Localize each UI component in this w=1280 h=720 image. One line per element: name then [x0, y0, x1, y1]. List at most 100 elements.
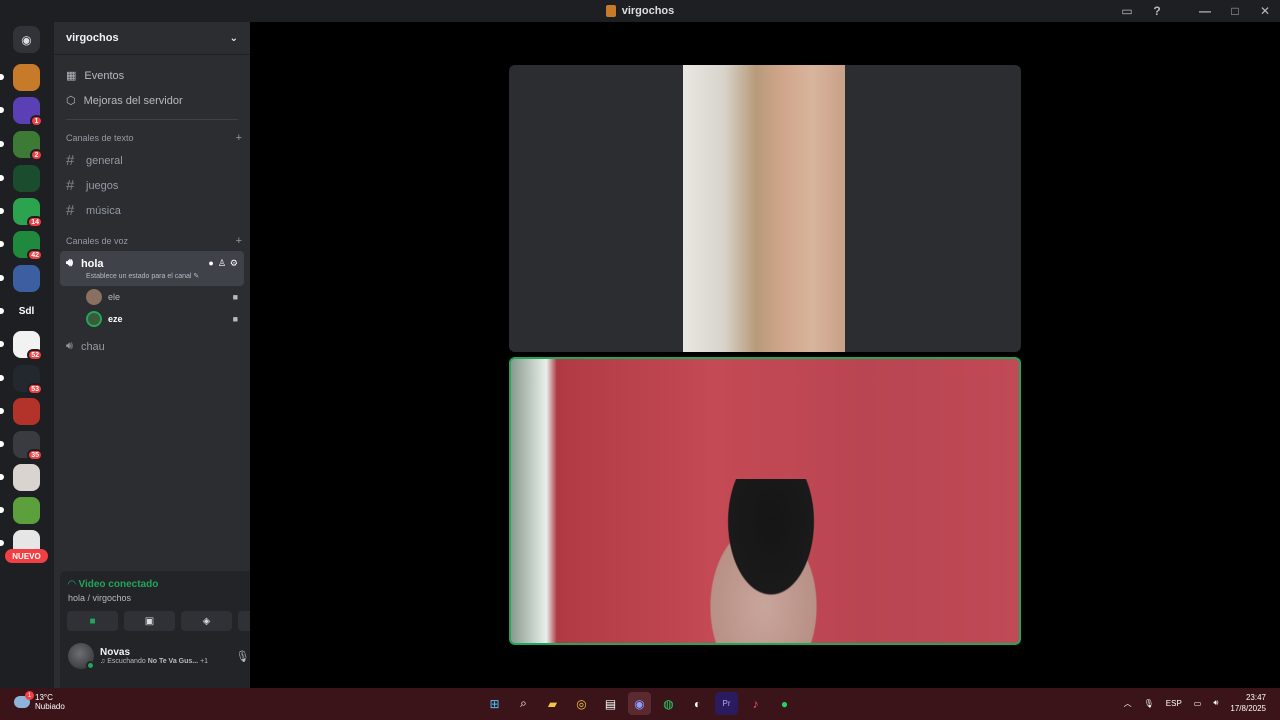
- chevron-up-icon[interactable]: ︿: [1124, 698, 1132, 709]
- spotify-icon[interactable]: ●: [773, 692, 796, 715]
- mic-icon[interactable]: 🎙︎: [1144, 699, 1154, 708]
- mic-icon[interactable]: 🎙︎: [236, 650, 250, 663]
- discord-home-button[interactable]: ◉: [13, 26, 40, 53]
- mention-badge: 14: [27, 216, 43, 228]
- server-icon-6[interactable]: [0, 265, 40, 292]
- weather-widget[interactable]: 1 13°C Nubiado: [14, 691, 65, 711]
- help-icon[interactable]: ?: [1142, 0, 1172, 22]
- server-icon-12[interactable]: [0, 464, 40, 491]
- whatsapp-icon[interactable]: ◍: [657, 692, 680, 715]
- unread-pill: [0, 375, 4, 381]
- text-channel[interactable]: # música: [60, 198, 244, 223]
- server-icon-3[interactable]: [0, 165, 40, 192]
- add-channel-icon[interactable]: +: [236, 132, 242, 144]
- premiere-icon[interactable]: Pr: [715, 692, 738, 715]
- start-button[interactable]: ⊞: [483, 692, 506, 715]
- server-avatar: [13, 265, 40, 292]
- chevron-down-icon: ⌄: [229, 32, 238, 44]
- voice-channel-hola[interactable]: 🔊︎ hola ● ♙ ⚙ Establece un estado para e…: [60, 251, 244, 286]
- avatar: [86, 289, 102, 305]
- unread-pill: [0, 507, 4, 513]
- minimize-button[interactable]: —: [1190, 0, 1220, 22]
- text-category[interactable]: Canales de texto +: [54, 128, 250, 148]
- channel-status-hint[interactable]: Establece un estado para el canal ✎: [66, 272, 238, 280]
- hashtag-icon: #: [66, 152, 75, 169]
- channel-sidebar: virgochos ⌄ ▦ Eventos ⬡ Mejoras del serv…: [54, 22, 298, 705]
- maximize-button[interactable]: □: [1220, 0, 1250, 22]
- voice-location: hola / virgochos: [68, 593, 132, 603]
- voice-category[interactable]: Canales de voz +: [54, 231, 250, 251]
- file-explorer-icon[interactable]: ▰: [541, 692, 564, 715]
- clock[interactable]: 23:47 17/8/2025: [1230, 692, 1266, 714]
- voice-user[interactable]: eze ■: [54, 308, 250, 330]
- hashtag-icon: #: [66, 177, 75, 194]
- gear-icon[interactable]: ⚙: [230, 258, 238, 269]
- chat-icon[interactable]: ●: [208, 258, 213, 269]
- camera-icon: ■: [232, 292, 238, 302]
- server-icon-4[interactable]: 14: [0, 198, 43, 228]
- steam-icon[interactable]: ◐: [686, 692, 709, 715]
- server-icon-9[interactable]: 53: [0, 365, 43, 395]
- activity-button[interactable]: ◈: [181, 611, 232, 631]
- server-boosts-link[interactable]: ⬡ Mejoras del servidor: [54, 88, 250, 113]
- volume-icon[interactable]: 🔊︎: [1213, 698, 1218, 708]
- language-indicator[interactable]: ESP: [1166, 699, 1182, 708]
- network-icon[interactable]: ▭: [1194, 699, 1202, 708]
- server-icon-10[interactable]: [0, 398, 40, 425]
- camera-icon: ■: [232, 314, 238, 324]
- server-icon-7[interactable]: Sdl: [0, 298, 40, 325]
- avatar[interactable]: [68, 643, 95, 670]
- store-icon[interactable]: ▤: [599, 692, 622, 715]
- camera-icon: ■: [89, 615, 96, 627]
- screen-share-button[interactable]: ▣: [124, 611, 175, 631]
- voice-channel-chau[interactable]: 🔊︎ chau: [60, 334, 244, 359]
- unread-pill: [0, 308, 4, 314]
- unread-pill: [0, 540, 4, 546]
- server-icon-0[interactable]: [0, 64, 40, 91]
- add-channel-icon[interactable]: +: [236, 235, 242, 247]
- chrome-icon[interactable]: ◎: [570, 692, 593, 715]
- camera-button[interactable]: ■: [67, 611, 118, 631]
- search-icon[interactable]: ⌕: [512, 692, 535, 715]
- voice-status[interactable]: ◠ Video conectado: [68, 579, 158, 590]
- invite-icon[interactable]: ♙: [218, 258, 226, 269]
- server-icon-13[interactable]: [0, 497, 40, 524]
- unread-pill: [0, 141, 4, 147]
- server-avatar: [13, 165, 40, 192]
- user-name: Novas: [100, 647, 131, 658]
- video-tile-ele[interactable]: [509, 65, 1021, 352]
- server-icon-8[interactable]: 52: [0, 331, 43, 361]
- calendar-icon: ▦: [66, 70, 77, 82]
- close-button[interactable]: ✕: [1250, 0, 1280, 22]
- server-icon-2[interactable]: 2: [0, 131, 43, 161]
- inbox-icon[interactable]: ▭: [1112, 0, 1142, 22]
- unread-pill: [0, 175, 4, 181]
- mention-badge: 53: [27, 383, 43, 395]
- video-feed-image: [696, 479, 846, 643]
- screen-share-icon: ▣: [144, 615, 155, 627]
- taskbar: 1 13°C Nubiado ⊞ ⌕ ▰ ◎ ▤ ◉ ◍ ◐ Pr ♪ ● ︿ …: [0, 688, 1280, 720]
- voice-user[interactable]: ele ■: [54, 286, 250, 308]
- server-icon-1[interactable]: 1: [0, 97, 43, 127]
- server-icon-11[interactable]: 35: [0, 431, 43, 461]
- guild-rail: ◉ 1 2 14 42 Sdl 52 53 35 NUEVO: [0, 22, 54, 688]
- unread-pill: [0, 275, 4, 281]
- user-status: ♫ Escuchando No Te Va Gus... +1: [100, 658, 209, 665]
- window-title: virgochos: [605, 5, 674, 17]
- server-avatar: [13, 398, 40, 425]
- unread-pill: [0, 441, 4, 447]
- text-channel[interactable]: # juegos: [60, 173, 244, 198]
- speaker-icon: 🔊︎: [66, 340, 73, 352]
- server-avatar: [13, 497, 40, 524]
- server-header[interactable]: virgochos ⌄: [54, 22, 250, 55]
- unread-pill: [0, 107, 4, 113]
- tiktok-icon[interactable]: ♪: [744, 692, 767, 715]
- discord-logo-icon: ◉: [13, 26, 40, 53]
- discord-taskbar-icon[interactable]: ◉: [628, 692, 651, 715]
- video-tile-eze[interactable]: [509, 357, 1021, 645]
- unread-pill: [0, 241, 4, 247]
- server-icon-5[interactable]: 42: [0, 231, 43, 261]
- text-channel[interactable]: # general: [60, 148, 244, 173]
- online-status-dot: [86, 661, 95, 670]
- events-link[interactable]: ▦ Eventos: [54, 63, 250, 88]
